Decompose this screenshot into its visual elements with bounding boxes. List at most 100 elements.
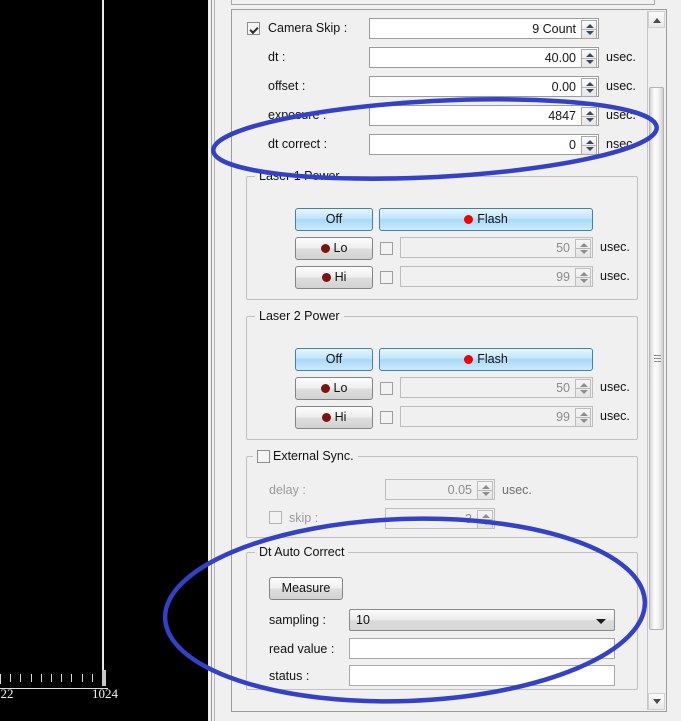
external-sync-skip-input[interactable]: 3 bbox=[385, 508, 495, 529]
laser1-off-button[interactable]: Off bbox=[295, 208, 373, 231]
hi-indicator-icon bbox=[321, 413, 331, 422]
status-input[interactable] bbox=[349, 665, 615, 686]
read-value-label: read value : bbox=[269, 642, 335, 656]
laser1-hi-label: Hi bbox=[334, 270, 347, 284]
dt-correct-value: 0 bbox=[569, 138, 576, 152]
scrollbar-thumb[interactable] bbox=[649, 87, 664, 630]
laser2-flash-button[interactable]: Flash bbox=[379, 348, 593, 371]
spinner-down-icon[interactable] bbox=[580, 419, 588, 423]
laser2-hi-unit: usec. bbox=[600, 409, 630, 423]
spinner-down-icon[interactable] bbox=[586, 60, 594, 64]
laser1-lo-checkbox[interactable] bbox=[380, 242, 393, 255]
scroll-up-arrow-icon[interactable] bbox=[648, 11, 665, 28]
spinner-down-icon[interactable] bbox=[482, 492, 490, 496]
plot-vertical-gridline bbox=[102, 0, 104, 676]
external-sync-skip-label: skip : bbox=[289, 511, 319, 525]
scroll-down-arrow-icon[interactable] bbox=[648, 693, 665, 710]
spinner-up-icon[interactable] bbox=[580, 383, 588, 387]
spinner-up-icon[interactable] bbox=[586, 111, 594, 115]
laser2-hi-spinner[interactable] bbox=[575, 408, 591, 427]
laser1-lo-input[interactable]: 50 bbox=[400, 237, 593, 258]
exposure-spinner[interactable] bbox=[581, 107, 597, 126]
laser1-lo-value: 50 bbox=[556, 241, 570, 255]
laser1-hi-button[interactable]: Hi bbox=[295, 266, 373, 289]
spinner-up-icon[interactable] bbox=[586, 82, 594, 86]
spinner-down-icon[interactable] bbox=[586, 118, 594, 122]
laser2-power-title: Laser 2 Power bbox=[255, 309, 344, 323]
spinner-up-icon[interactable] bbox=[482, 485, 490, 489]
camera-skip-spinner[interactable] bbox=[581, 20, 597, 39]
external-sync-delay-spinner[interactable] bbox=[477, 481, 493, 500]
group-laser2-power: Laser 2 Power Off Flash Lo 50 usec. Hi 9… bbox=[246, 309, 638, 440]
laser2-lo-button[interactable]: Lo bbox=[295, 377, 373, 400]
group-laser1-power: Laser 1 Power Off Flash Lo 50 usec. Hi 9… bbox=[246, 169, 638, 300]
laser2-hi-button[interactable]: Hi bbox=[295, 406, 373, 429]
external-sync-checkbox[interactable] bbox=[257, 450, 270, 463]
plot-tick-label-left: 922 bbox=[0, 686, 14, 701]
camera-skip-input[interactable]: 9 Count bbox=[369, 18, 599, 39]
timing-form: Camera Skip : 9 Count dt : 40.00 usec. o… bbox=[244, 18, 640, 163]
laser1-hi-spinner[interactable] bbox=[575, 268, 591, 287]
laser2-hi-checkbox[interactable] bbox=[380, 411, 393, 424]
laser2-lo-value: 50 bbox=[556, 381, 570, 395]
external-sync-skip-checkbox[interactable] bbox=[269, 511, 282, 524]
sampling-dropdown[interactable]: 10 bbox=[349, 609, 615, 631]
laser2-lo-spinner[interactable] bbox=[575, 379, 591, 398]
laser1-flash-button[interactable]: Flash bbox=[379, 208, 593, 231]
laser1-lo-unit: usec. bbox=[600, 240, 630, 254]
plot-axis-end-tick bbox=[102, 670, 106, 686]
flash-indicator-icon bbox=[464, 215, 474, 224]
grip-lines-icon bbox=[654, 354, 661, 363]
spinner-up-icon[interactable] bbox=[586, 24, 594, 28]
exposure-input[interactable]: 4847 bbox=[369, 105, 599, 126]
laser2-lo-input[interactable]: 50 bbox=[400, 377, 593, 398]
spinner-down-icon[interactable] bbox=[586, 31, 594, 35]
laser2-off-label: Off bbox=[325, 352, 343, 366]
laser2-hi-input[interactable]: 99 bbox=[400, 406, 593, 427]
spinner-down-icon[interactable] bbox=[482, 521, 490, 525]
spinner-down-icon[interactable] bbox=[586, 147, 594, 151]
flash-indicator-icon bbox=[464, 355, 474, 364]
spinner-up-icon[interactable] bbox=[580, 243, 588, 247]
exposure-label: exposure : bbox=[268, 108, 327, 122]
external-sync-skip-spinner[interactable] bbox=[477, 510, 493, 529]
camera-skip-checkbox[interactable] bbox=[247, 22, 260, 35]
external-sync-delay-input[interactable]: 0.05 bbox=[385, 479, 495, 500]
spinner-up-icon[interactable] bbox=[482, 514, 490, 518]
laser1-lo-spinner[interactable] bbox=[575, 239, 591, 258]
read-value-input[interactable] bbox=[349, 638, 615, 659]
laser1-hi-checkbox[interactable] bbox=[380, 271, 393, 284]
spinner-up-icon[interactable] bbox=[580, 412, 588, 416]
chevron-down-icon[interactable] bbox=[596, 619, 606, 624]
dt-input[interactable]: 40.00 bbox=[369, 47, 599, 68]
dt-unit: usec. bbox=[606, 50, 636, 64]
spinner-down-icon[interactable] bbox=[580, 279, 588, 283]
dt-correct-input[interactable]: 0 bbox=[369, 134, 599, 155]
measure-button[interactable]: Measure bbox=[269, 577, 343, 600]
spinner-up-icon[interactable] bbox=[586, 140, 594, 144]
settings-scroll-pane: Camera Skip : 9 Count dt : 40.00 usec. o… bbox=[231, 9, 667, 712]
laser2-hi-value: 99 bbox=[556, 410, 570, 424]
sampling-value: 10 bbox=[356, 613, 370, 627]
spinner-down-icon[interactable] bbox=[586, 89, 594, 93]
spinner-down-icon[interactable] bbox=[580, 250, 588, 254]
laser1-hi-unit: usec. bbox=[600, 269, 630, 283]
laser1-hi-input[interactable]: 99 bbox=[400, 266, 593, 287]
plot-axis-ticks bbox=[0, 674, 107, 684]
row-offset: offset : 0.00 usec. bbox=[244, 76, 640, 98]
laser2-off-button[interactable]: Off bbox=[295, 348, 373, 371]
dt-correct-spinner[interactable] bbox=[581, 136, 597, 155]
external-sync-delay-label: delay : bbox=[269, 483, 306, 497]
spinner-up-icon[interactable] bbox=[586, 53, 594, 57]
exposure-value: 4847 bbox=[548, 109, 576, 123]
dt-value: 40.00 bbox=[544, 51, 576, 65]
dt-spinner[interactable] bbox=[581, 49, 597, 68]
offset-input[interactable]: 0.00 bbox=[369, 76, 599, 97]
vertical-scrollbar[interactable] bbox=[647, 11, 665, 710]
laser1-lo-button[interactable]: Lo bbox=[295, 237, 373, 260]
spinner-up-icon[interactable] bbox=[580, 272, 588, 276]
spinner-down-icon[interactable] bbox=[580, 390, 588, 394]
laser2-lo-checkbox[interactable] bbox=[380, 382, 393, 395]
offset-spinner[interactable] bbox=[581, 78, 597, 97]
sampling-label: sampling : bbox=[269, 613, 326, 627]
